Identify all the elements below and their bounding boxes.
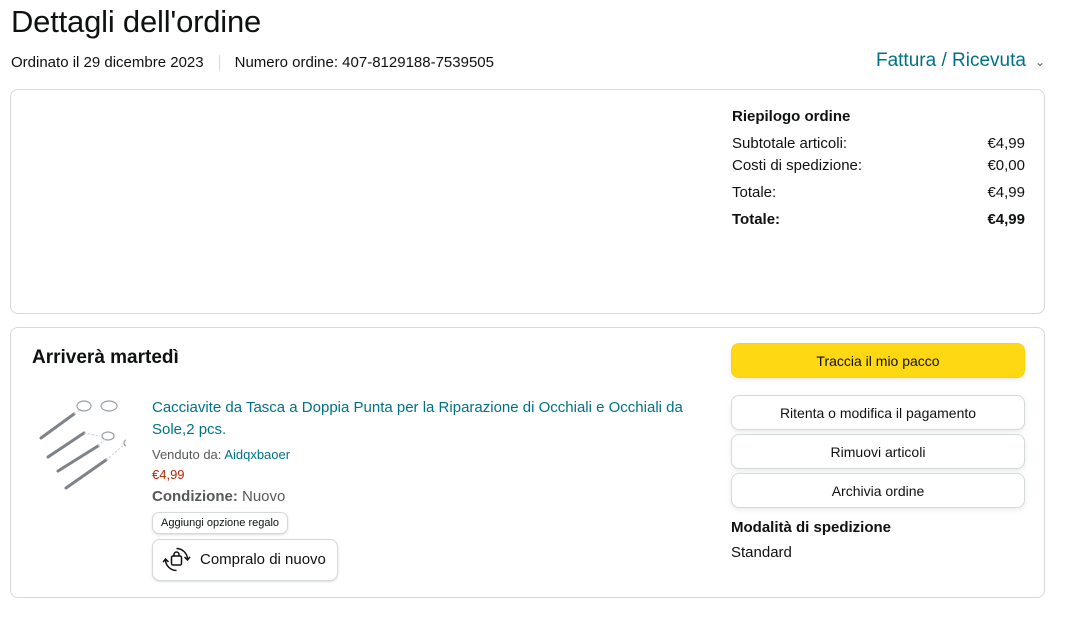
product-condition: Condizione: Nuovo (152, 488, 712, 505)
invoice-label: Fattura / Ricevuta (875, 50, 1026, 71)
shipping-mode-value: Standard (731, 544, 792, 561)
arrival-heading: Arriverà martedì (32, 347, 179, 368)
order-meta: Ordinato il 29 dicembre 2023 Numero ordi… (11, 54, 494, 71)
order-summary: Riepilogo ordine Subtotale articoli: €4,… (732, 108, 1025, 231)
summary-row-shipping: Costi di spedizione: €0,00 (732, 155, 1025, 177)
invoice-dropdown[interactable]: Fattura / Ricevuta ⌄ (876, 50, 1045, 72)
summary-row-subtotal: Subtotale articoli: €4,99 (732, 133, 1025, 155)
order-summary-box: Riepilogo ordine Subtotale articoli: €4,… (10, 89, 1045, 314)
buy-again-label: Compralo di nuovo (200, 551, 326, 568)
condition-value: Nuovo (242, 488, 286, 505)
summary-label: Totale: (732, 211, 781, 228)
summary-title: Riepilogo ordine (732, 108, 851, 125)
archive-order-button[interactable]: Archivia ordine (731, 473, 1025, 508)
buy-again-button[interactable]: Compralo di nuovo (152, 539, 338, 581)
remove-items-button[interactable]: Rimuovi articoli (731, 434, 1025, 469)
retry-payment-button[interactable]: Ritenta o modifica il pagamento (731, 395, 1025, 430)
product-image[interactable] (36, 396, 137, 496)
shipment-box: Arriverà martedì Cacciavite da Tasca a D… (10, 327, 1045, 598)
summary-row-grand-total: Totale: €4,99 (732, 209, 1025, 231)
seller-line: Venduto da: Aidqxbaoer (152, 447, 712, 462)
summary-value: €4,99 (987, 211, 1025, 228)
shipping-mode-title: Modalità di spedizione (731, 519, 892, 536)
product-price: €4,99 (152, 467, 185, 482)
summary-label: Subtotale articoli: (732, 135, 848, 152)
order-actions: Traccia il mio pacco Ritenta o modifica … (731, 343, 1025, 561)
summary-value: €4,99 (987, 135, 1025, 152)
condition-label: Condizione: (152, 488, 238, 505)
order-number: Numero ordine: 407-8129188-7539505 (234, 54, 494, 71)
sold-by-label: Venduto da: (152, 447, 222, 462)
track-package-button[interactable]: Traccia il mio pacco (731, 343, 1025, 378)
seller-link[interactable]: Aidqxbaoer (224, 447, 290, 462)
product-info: Cacciavite da Tasca a Doppia Punta per l… (152, 397, 712, 581)
summary-value: €0,00 (987, 157, 1025, 174)
summary-row-total: Totale: €4,99 (732, 182, 1025, 204)
page-title: Dettagli dell'ordine (11, 4, 262, 39)
buy-again-icon (162, 547, 191, 572)
summary-value: €4,99 (987, 184, 1025, 201)
meta-divider (218, 54, 220, 71)
order-date: Ordinato il 29 dicembre 2023 (11, 54, 204, 71)
summary-label: Totale: (732, 184, 777, 201)
summary-label: Costi di spedizione: (732, 157, 863, 174)
product-title-link[interactable]: Cacciavite da Tasca a Doppia Punta per l… (152, 397, 712, 441)
add-gift-option-button[interactable]: Aggiungi opzione regalo (152, 512, 289, 534)
chevron-down-icon: ⌄ (1034, 55, 1045, 69)
